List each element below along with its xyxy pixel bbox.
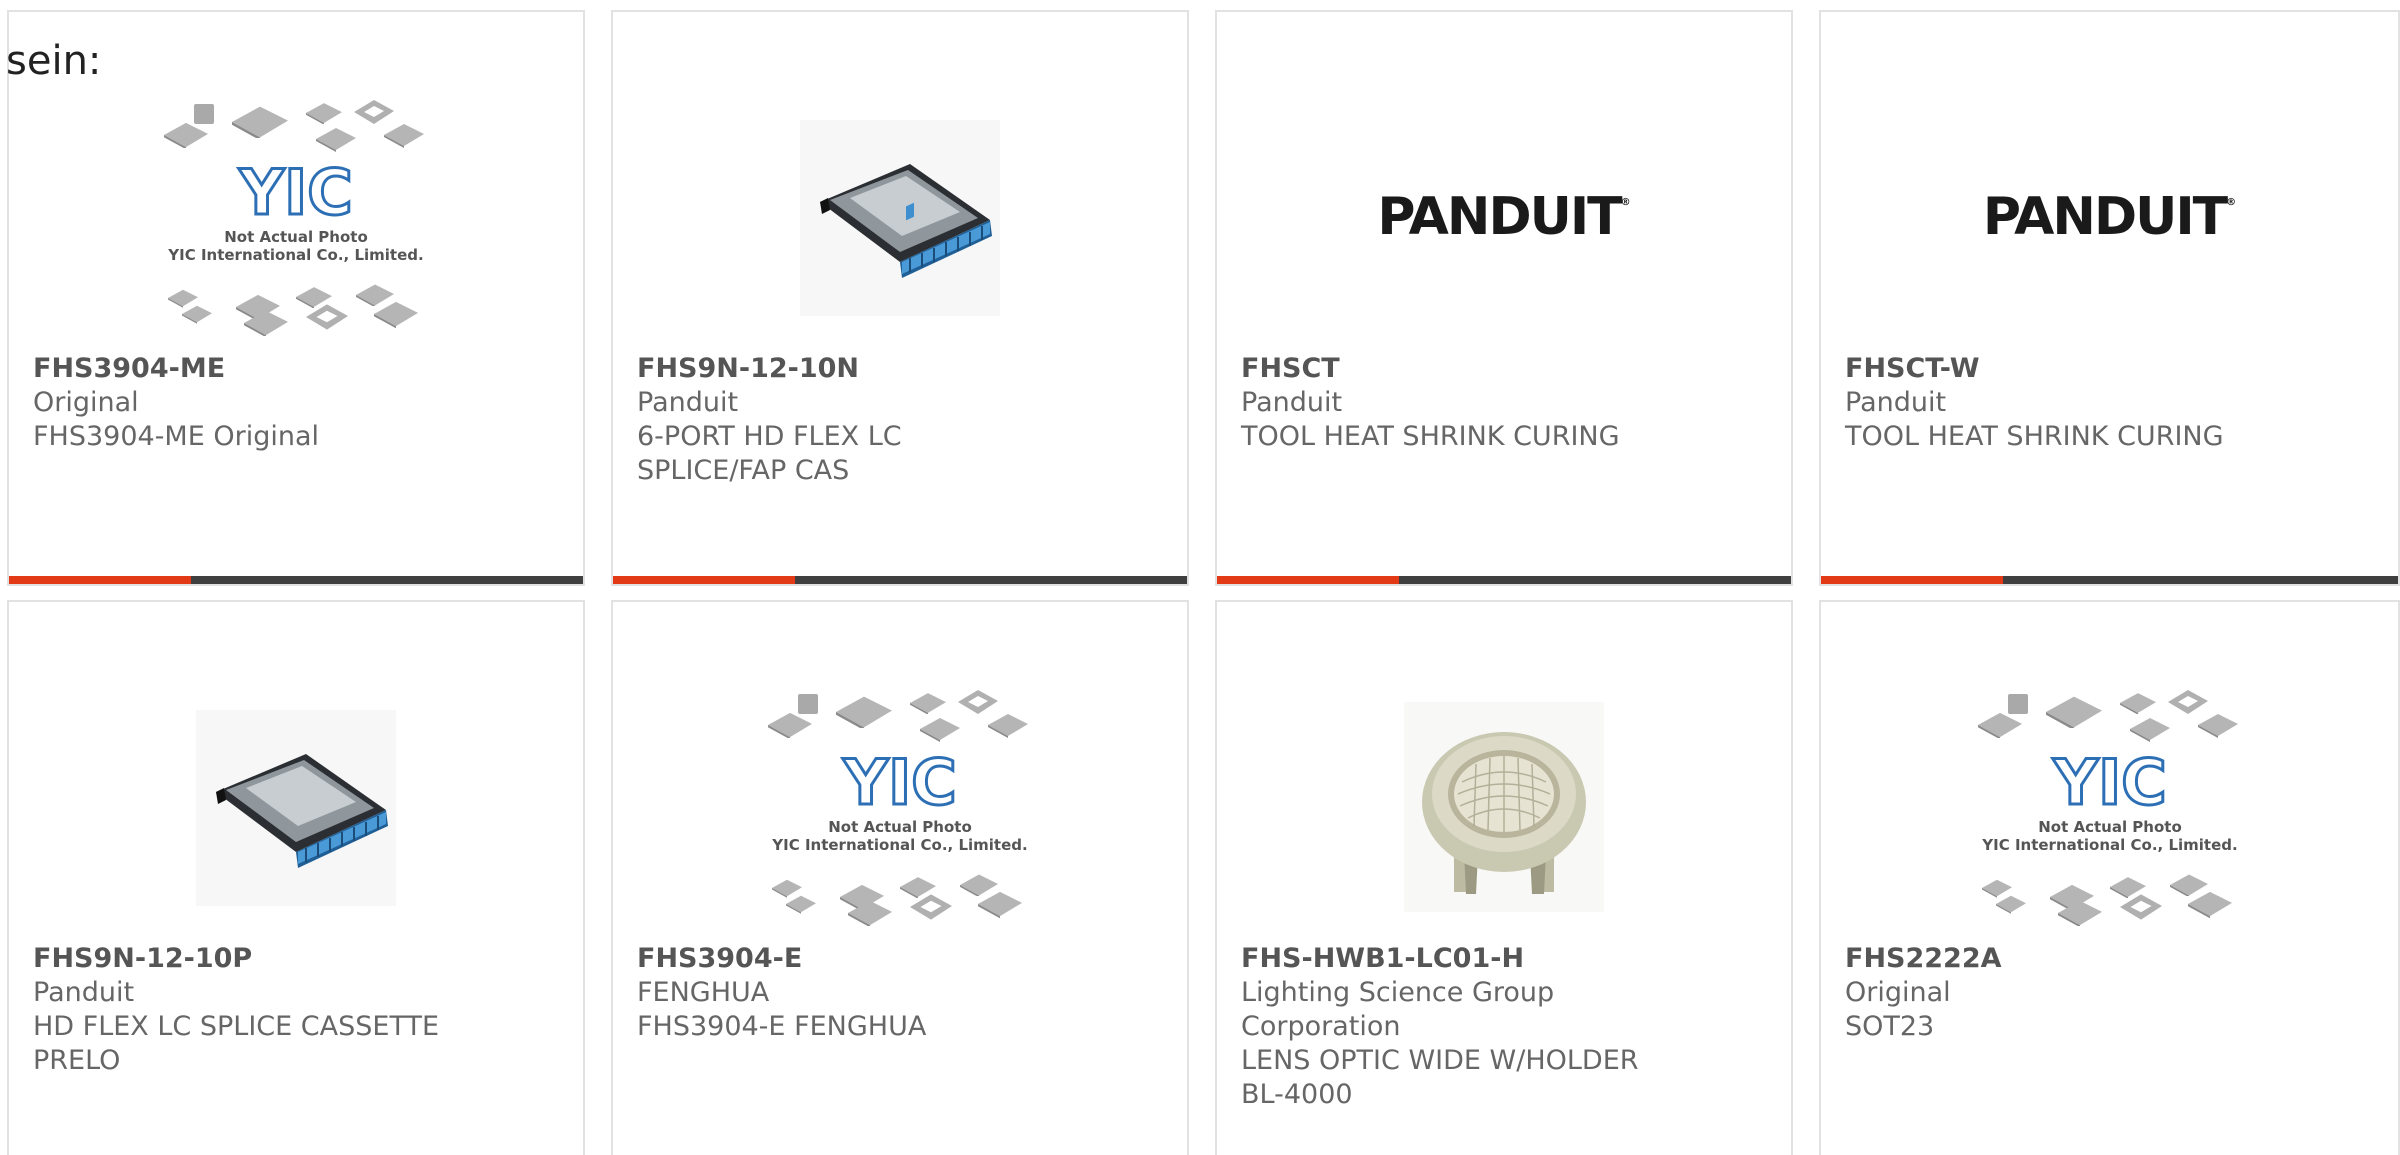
panduit-logo-text: PANDUIT bbox=[1982, 187, 2228, 247]
yic-logo: YIC bbox=[237, 155, 354, 231]
product-image: PANDUIT® bbox=[1217, 82, 1791, 352]
placeholder-caption-2: YIC International Co., Limited. bbox=[167, 246, 423, 264]
product-manufacturer: Original bbox=[1845, 977, 1951, 1008]
product-image bbox=[613, 82, 1187, 352]
yic-placeholder-image: YIC Not Actual Photo YIC International C… bbox=[1977, 690, 2238, 926]
product-info: FHS9N-12-10P Panduit HD FLEX LC SPLICE C… bbox=[33, 942, 559, 1078]
product-description: TOOL HEAT SHRINK CURING bbox=[1241, 421, 1620, 452]
fiber-cassette-image bbox=[800, 120, 1000, 316]
product-part-number[interactable]: FHS-HWB1-LC01-H bbox=[1241, 942, 1767, 976]
product-card[interactable]: FHS9N-12-10N Panduit 6-PORT HD FLEX LC S… bbox=[611, 10, 1189, 586]
product-card[interactable]: YIC Not Actual Photo YIC International C… bbox=[7, 10, 585, 586]
intro-text: sein: bbox=[6, 38, 102, 84]
product-card[interactable]: PANDUIT® FHSCT-W Panduit TOOL HEAT SHRIN… bbox=[1819, 10, 2400, 586]
product-image bbox=[9, 672, 583, 942]
product-manufacturer: FENGHUA bbox=[637, 977, 770, 1008]
placeholder-caption-1: Not Actual Photo bbox=[2038, 818, 2182, 836]
panduit-logo-image: PANDUIT® bbox=[1377, 187, 1630, 247]
product-info: FHS9N-12-10N Panduit 6-PORT HD FLEX LC S… bbox=[637, 352, 1163, 488]
placeholder-caption-2: YIC International Co., Limited. bbox=[771, 836, 1027, 854]
product-description: LENS OPTIC WIDE W/HOLDER BL-4000 bbox=[1241, 1045, 1639, 1110]
product-manufacturer: Panduit bbox=[1845, 387, 1947, 418]
placeholder-caption-1: Not Actual Photo bbox=[828, 818, 972, 836]
product-part-number[interactable]: FHS3904-ME bbox=[33, 352, 559, 386]
product-image bbox=[1217, 672, 1791, 942]
fiber-cassette-image bbox=[196, 710, 396, 906]
product-image: YIC Not Actual Photo YIC International C… bbox=[9, 82, 583, 352]
product-part-number[interactable]: FHS9N-12-10P bbox=[33, 942, 559, 976]
product-manufacturer: Panduit bbox=[33, 977, 135, 1008]
card-bottom-bar bbox=[9, 576, 583, 584]
product-card[interactable]: PANDUIT® FHSCT Panduit TOOL HEAT SHRINK … bbox=[1215, 10, 1793, 586]
product-info: FHS3904-ME Original FHS3904-ME Original bbox=[33, 352, 559, 454]
product-info: FHS-HWB1-LC01-H Lighting Science Group C… bbox=[1241, 942, 1767, 1112]
product-description: FHS3904-E FENGHUA bbox=[637, 1011, 927, 1042]
product-info: FHS2222A Original SOT23 bbox=[1845, 942, 2374, 1044]
yic-logo-text: YIC bbox=[238, 156, 352, 229]
registered-mark: ® bbox=[1620, 197, 1631, 208]
yic-logo-text: YIC bbox=[842, 746, 956, 819]
product-part-number[interactable]: FHS3904-E bbox=[637, 942, 1163, 976]
led-lens-image bbox=[1404, 702, 1604, 912]
product-info: FHS3904-E FENGHUA FHS3904-E FENGHUA bbox=[637, 942, 1163, 1044]
product-card[interactable]: FHS-HWB1-LC01-H Lighting Science Group C… bbox=[1215, 600, 1793, 1155]
product-info: FHSCT Panduit TOOL HEAT SHRINK CURING bbox=[1241, 352, 1767, 454]
product-manufacturer: Lighting Science Group Corporation bbox=[1241, 977, 1555, 1042]
product-info: FHSCT-W Panduit TOOL HEAT SHRINK CURING bbox=[1845, 352, 2374, 454]
product-description: TOOL HEAT SHRINK CURING bbox=[1845, 421, 2224, 452]
product-description: SOT23 bbox=[1845, 1011, 1935, 1042]
yic-placeholder-image: YIC Not Actual Photo YIC International C… bbox=[164, 100, 424, 336]
card-bottom-bar bbox=[1821, 576, 2398, 584]
card-bottom-bar bbox=[613, 576, 1187, 584]
product-manufacturer: Panduit bbox=[1241, 387, 1343, 418]
panduit-logo-image: PANDUIT® bbox=[1983, 187, 2236, 247]
placeholder-caption-2: YIC International Co., Limited. bbox=[1981, 836, 2237, 854]
product-image: YIC Not Actual Photo YIC International C… bbox=[613, 672, 1187, 942]
yic-logo-text: YIC bbox=[2052, 746, 2166, 819]
product-card[interactable]: YIC Not Actual Photo YIC International C… bbox=[611, 600, 1189, 1155]
product-part-number[interactable]: FHSCT bbox=[1241, 352, 1767, 386]
product-description: HD FLEX LC SPLICE CASSETTE PRELO bbox=[33, 1011, 440, 1076]
panduit-logo-text: PANDUIT bbox=[1377, 187, 1622, 247]
product-card[interactable]: YIC Not Actual Photo YIC International C… bbox=[1819, 600, 2400, 1155]
product-description: FHS3904-ME Original bbox=[33, 421, 320, 452]
card-bottom-bar bbox=[1217, 576, 1791, 584]
product-image: PANDUIT® bbox=[1821, 82, 2398, 352]
product-part-number[interactable]: FHSCT-W bbox=[1845, 352, 2374, 386]
yic-placeholder-image: YIC Not Actual Photo YIC International C… bbox=[768, 690, 1028, 926]
registered-mark: ® bbox=[2226, 197, 2237, 208]
placeholder-caption-1: Not Actual Photo bbox=[224, 228, 368, 246]
product-manufacturer: Panduit bbox=[637, 387, 739, 418]
product-description: 6-PORT HD FLEX LC SPLICE/FAP CAS bbox=[637, 421, 902, 486]
product-grid-page: sein: YIC Not Actual Photo YIC Internati… bbox=[0, 0, 2400, 1155]
product-part-number[interactable]: FHS9N-12-10N bbox=[637, 352, 1163, 386]
product-image: YIC Not Actual Photo YIC International C… bbox=[1821, 672, 2398, 942]
product-card[interactable]: FHS9N-12-10P Panduit HD FLEX LC SPLICE C… bbox=[7, 600, 585, 1155]
product-manufacturer: Original bbox=[33, 387, 139, 418]
product-part-number[interactable]: FHS2222A bbox=[1845, 942, 2374, 976]
